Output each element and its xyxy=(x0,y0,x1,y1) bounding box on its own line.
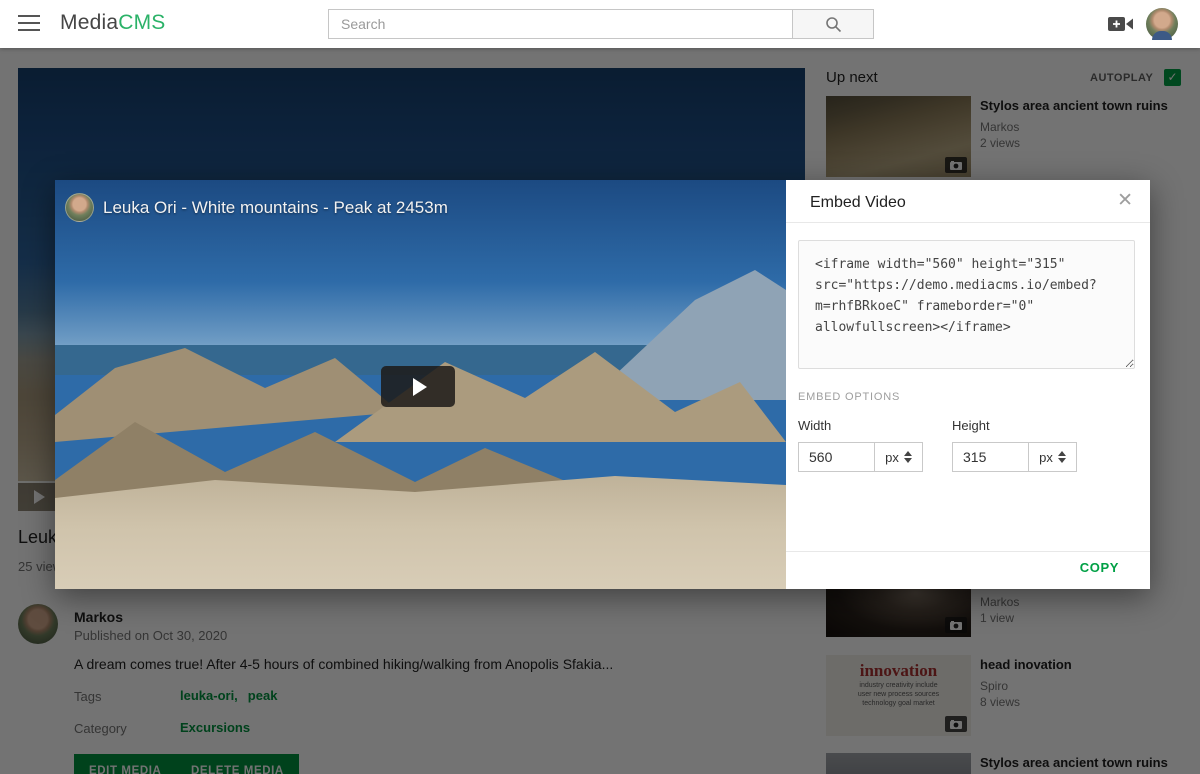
search-button[interactable] xyxy=(792,9,874,39)
unit-label: px xyxy=(1039,450,1053,465)
menu-icon[interactable] xyxy=(18,15,40,31)
top-bar: MediaCMS xyxy=(0,0,1200,48)
preview-play-button[interactable] xyxy=(381,366,455,407)
height-input[interactable] xyxy=(952,442,1028,472)
width-input[interactable] xyxy=(798,442,874,472)
stepper-icon xyxy=(904,451,912,463)
copy-button[interactable]: COPY xyxy=(1080,560,1119,575)
upload-video-icon[interactable] xyxy=(1108,14,1134,34)
width-label: Width xyxy=(798,418,923,433)
divider xyxy=(786,222,1150,223)
unit-label: px xyxy=(885,450,899,465)
close-icon[interactable]: ✕ xyxy=(1117,191,1133,210)
stepper-icon xyxy=(1058,451,1066,463)
logo[interactable]: MediaCMS xyxy=(60,11,165,35)
user-avatar[interactable] xyxy=(1146,8,1178,40)
embed-options-panel: Embed Video ✕ <iframe width="560" height… xyxy=(786,180,1150,589)
logo-cms: CMS xyxy=(118,11,165,34)
modal-title: Embed Video xyxy=(810,194,906,212)
embed-code-textarea[interactable]: <iframe width="560" height="315" src="ht… xyxy=(798,240,1135,369)
divider xyxy=(786,551,1150,552)
search-bar xyxy=(328,9,874,39)
width-field-group: Width px xyxy=(798,418,923,472)
embed-preview-player[interactable]: Leuka Ori - White mountains - Peak at 24… xyxy=(55,180,786,589)
embed-options-label: EMBED OPTIONS xyxy=(798,391,900,403)
preview-video-title: Leuka Ori - White mountains - Peak at 24… xyxy=(103,198,448,218)
logo-media: Media xyxy=(60,11,118,34)
search-icon xyxy=(825,16,842,33)
height-field-group: Height px xyxy=(952,418,1077,472)
height-unit-select[interactable]: px xyxy=(1028,442,1077,472)
width-unit-select[interactable]: px xyxy=(874,442,923,472)
height-label: Height xyxy=(952,418,1077,433)
play-icon xyxy=(413,378,427,396)
embed-video-modal: Leuka Ori - White mountains - Peak at 24… xyxy=(55,180,1150,589)
preview-author-avatar xyxy=(65,193,94,222)
search-input[interactable] xyxy=(328,9,792,39)
